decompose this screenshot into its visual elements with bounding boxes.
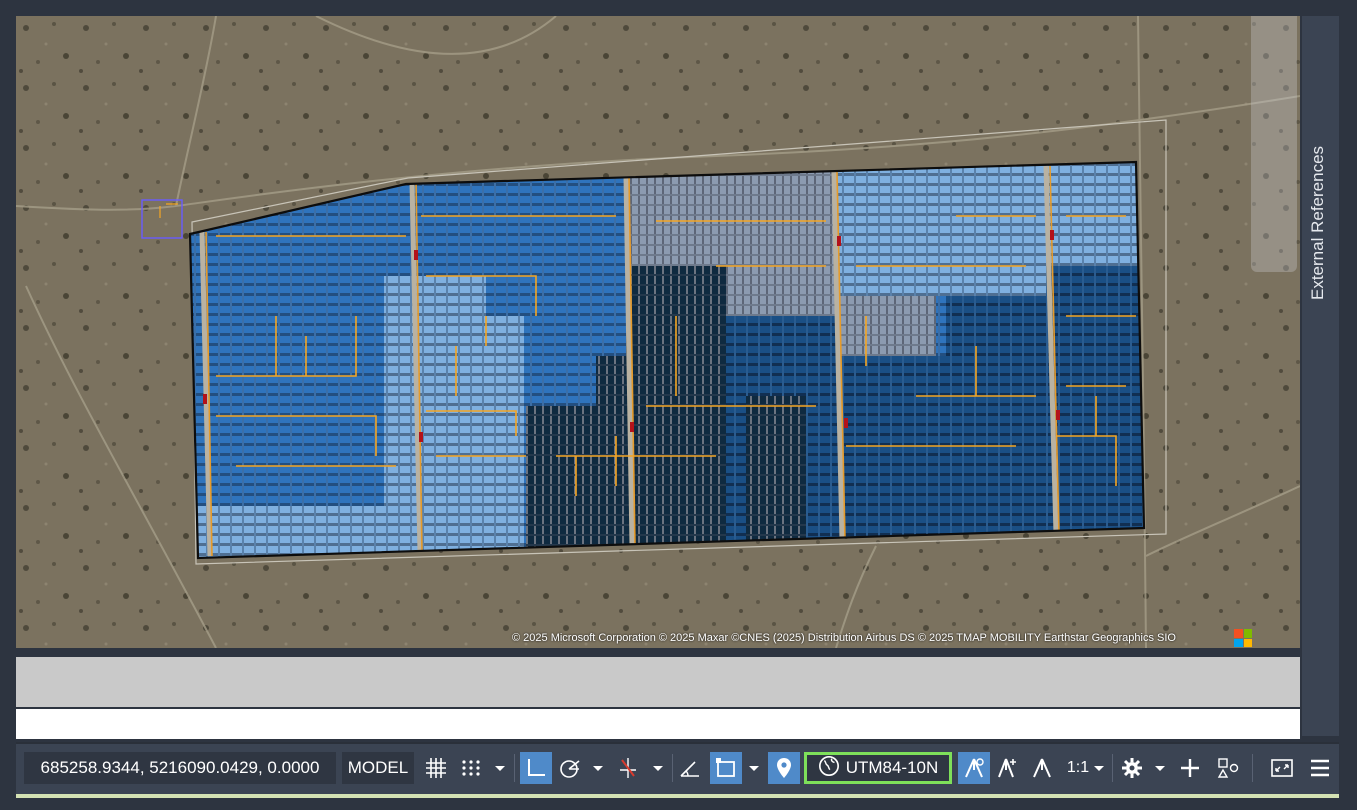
ortho-icon[interactable] [520,752,552,784]
command-line-input[interactable] [16,709,1300,739]
status-bar-accent [16,794,1339,798]
fullscreen-icon[interactable] [1268,752,1296,784]
panel-label: External References [1308,145,1327,300]
command-history [16,657,1300,707]
coordinate-system-label: UTM84-10N [845,758,939,777]
external-references-panel-tab[interactable]: External References [1302,16,1339,736]
dynamic-ucs-icon[interactable] [676,752,704,784]
chevron-down-icon [1094,766,1105,771]
annotation-scale-icon[interactable] [1028,752,1056,784]
navigation-bar[interactable] [1251,16,1297,272]
status-bar: 685258.9344, 5216090.0429, 0.0000 MODEL [16,742,1339,794]
aerial-map-canvas[interactable] [16,16,1300,648]
chevron-down-icon[interactable] [650,752,666,784]
coordinates-readout[interactable]: 685258.9344, 5216090.0429, 0.0000 [24,752,336,784]
chevron-down-icon[interactable] [746,752,762,784]
map-attribution: © 2025 Microsoft Corporation © 2025 Maxa… [512,632,1176,644]
annotation-visibility-icon[interactable] [958,752,990,784]
chevron-down-icon[interactable] [1152,752,1168,784]
coordinate-system-button[interactable]: UTM84-10N [804,752,952,784]
plus-icon[interactable] [1176,752,1204,784]
microsoft-logo [1234,629,1252,647]
polar-tracking-icon[interactable] [556,752,584,784]
customization-menu-icon[interactable] [1306,752,1334,784]
annotation-scale-dropdown[interactable]: 1:1 [1064,752,1108,784]
object-snap-tracking-icon[interactable] [614,752,642,784]
snap-icon[interactable] [457,752,485,784]
settings-icon[interactable] [1118,752,1146,784]
map-viewport[interactable]: © 2025 Microsoft Corporation © 2025 Maxa… [16,16,1300,648]
annotation-scale-value: 1:1 [1066,759,1090,776]
selection-cycling-icon[interactable] [710,752,742,784]
model-space-button[interactable]: MODEL [342,752,414,784]
solar-array-site [190,162,1144,558]
globe-icon [818,755,840,782]
chevron-down-icon[interactable] [590,752,606,784]
grid-icon[interactable] [422,752,450,784]
auto-scale-icon[interactable] [994,752,1022,784]
geolocation-icon[interactable] [768,752,800,784]
chevron-down-icon[interactable] [492,752,508,784]
isolate-objects-icon[interactable] [1214,752,1242,784]
